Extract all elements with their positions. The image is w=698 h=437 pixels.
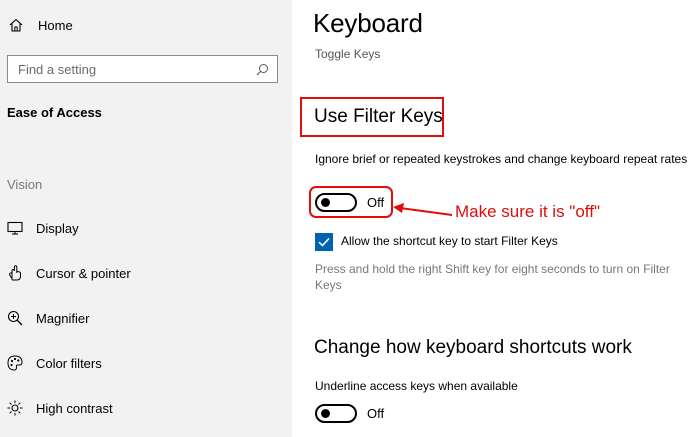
sidebar-item-label: Cursor & pointer	[36, 265, 131, 281]
underline-keys-label: Underline access keys when available	[315, 379, 518, 393]
brightness-icon	[6, 399, 24, 417]
filter-keys-description: Ignore brief or repeated keystrokes and …	[315, 152, 688, 166]
sidebar: Home Ease of Access Vision Display Curso…	[0, 0, 292, 437]
search-icon[interactable]	[255, 62, 269, 76]
magnifier-icon	[6, 309, 24, 327]
shortcut-key-checkbox-label: Allow the shortcut key to start Filter K…	[341, 234, 558, 248]
checkmark-icon	[318, 237, 330, 247]
page-subtitle: Toggle Keys	[315, 47, 381, 61]
sidebar-item-high-contrast[interactable]: High contrast	[6, 397, 113, 419]
page-title: Keyboard	[313, 8, 423, 38]
home-icon	[8, 17, 24, 33]
shortcuts-heading: Change how keyboard shortcuts work	[314, 337, 632, 358]
search-input[interactable]	[18, 61, 255, 77]
search-box[interactable]	[7, 55, 278, 83]
filter-keys-toggle-state: Off	[367, 195, 385, 210]
shortcut-key-checkbox[interactable]	[315, 233, 333, 251]
sidebar-item-label: High contrast	[36, 400, 113, 416]
filter-keys-heading: Use Filter Keys	[314, 106, 443, 127]
sidebar-item-label: Display	[36, 220, 79, 236]
sidebar-item-label: Magnifier	[36, 310, 90, 326]
group-title-vision: Vision	[7, 177, 43, 192]
filter-keys-toggle[interactable]	[315, 193, 357, 212]
shortcut-key-hint: Press and hold the right Shift key for e…	[315, 262, 670, 292]
sidebar-item-label: Color filters	[36, 355, 102, 371]
underline-keys-toggle-state: Off	[367, 406, 385, 421]
monitor-icon	[6, 219, 24, 237]
pointer-icon	[6, 264, 24, 282]
main-content: Keyboard Toggle Keys Use Filter Keys Ign…	[292, 0, 698, 437]
toggle-knob	[321, 409, 330, 418]
section-title: Ease of Access	[7, 105, 102, 120]
nav-home-label: Home	[38, 17, 73, 33]
sidebar-item-cursor[interactable]: Cursor & pointer	[6, 262, 131, 284]
toggle-knob	[321, 198, 330, 207]
sidebar-item-display[interactable]: Display	[6, 217, 79, 239]
underline-keys-toggle[interactable]	[315, 404, 357, 423]
sidebar-item-magnifier[interactable]: Magnifier	[6, 307, 89, 329]
nav-home[interactable]: Home	[8, 14, 73, 36]
palette-icon	[6, 354, 24, 372]
annotation-text: Make sure it is "off"	[455, 202, 600, 221]
sidebar-item-color-filters[interactable]: Color filters	[6, 352, 102, 374]
annotation-arrow	[393, 203, 453, 216]
